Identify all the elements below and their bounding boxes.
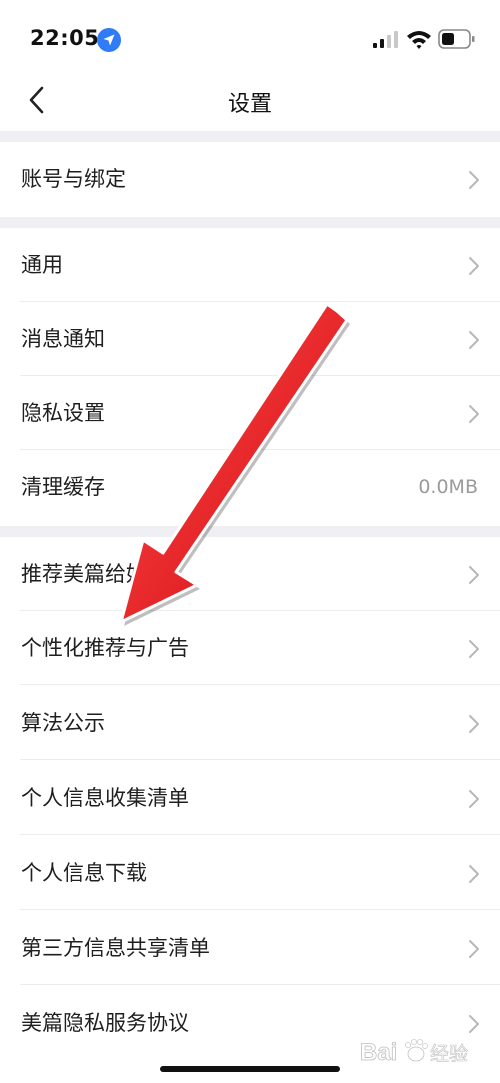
row-divider [20, 684, 500, 685]
status-time: 22:05 [30, 26, 100, 50]
row-label: 账号与绑定 [21, 167, 126, 191]
settings-row-info-download[interactable]: 个人信息下载 [0, 836, 500, 910]
location-arrow-icon [97, 28, 121, 52]
row-label: 个人信息收集清单 [21, 786, 189, 810]
row-label: 通用 [21, 253, 63, 277]
cache-size-value: 0.0MB [418, 476, 478, 498]
row-divider [20, 834, 500, 835]
chevron-right-icon [469, 331, 479, 349]
chevron-right-icon [469, 257, 479, 275]
settings-row-info-collection-list[interactable]: 个人信息收集清单 [0, 761, 500, 835]
settings-row-clear-cache[interactable]: 清理缓存 0.0MB [0, 450, 500, 524]
settings-row-third-party-sharing[interactable]: 第三方信息共享清单 [0, 911, 500, 985]
status-bar: 22:05 [0, 0, 500, 80]
settings-row-notifications[interactable]: 消息通知 [0, 302, 500, 376]
row-label: 隐私设置 [21, 401, 105, 425]
section-gap [0, 131, 500, 142]
section-gap [0, 217, 500, 228]
settings-row-privacy[interactable]: 隐私设置 [0, 376, 500, 450]
row-label: 第三方信息共享清单 [21, 936, 210, 960]
cellular-signal-icon [373, 31, 398, 48]
settings-row-account-binding[interactable]: 账号与绑定 [0, 142, 500, 216]
row-label: 推荐美篇给好友 [21, 562, 168, 586]
battery-icon [438, 29, 475, 49]
row-label: 算法公示 [21, 711, 105, 735]
row-divider [20, 909, 500, 910]
watermark-url: jingyan.baidu.com [398, 1068, 482, 1078]
chevron-right-icon [469, 640, 479, 658]
row-divider [20, 984, 500, 985]
row-label: 消息通知 [21, 327, 105, 351]
page-title: 设置 [227, 92, 272, 117]
chevron-right-icon [469, 405, 479, 423]
home-indicator[interactable] [160, 1066, 340, 1072]
settings-row-general[interactable]: 通用 [0, 228, 500, 302]
row-label: 个性化推荐与广告 [21, 636, 189, 660]
settings-row-algorithm-disclosure[interactable]: 算法公示 [0, 686, 500, 760]
chevron-right-icon [469, 790, 479, 808]
chevron-right-icon [469, 865, 479, 883]
nav-bar: 设置 [0, 70, 500, 132]
chevron-right-icon [469, 940, 479, 958]
svg-text:经验: 经验 [430, 1043, 468, 1065]
chevron-right-icon [469, 715, 479, 733]
row-divider [20, 759, 500, 760]
settings-row-recommend-to-friends[interactable]: 推荐美篇给好友 [0, 537, 500, 611]
row-label: 美篇隐私服务协议 [21, 1011, 189, 1035]
settings-row-personalized-ads[interactable]: 个性化推荐与广告 [0, 611, 500, 685]
chevron-right-icon [469, 171, 479, 189]
row-label: 清理缓存 [21, 475, 105, 499]
section-gap [0, 526, 500, 537]
chevron-right-icon [469, 566, 479, 584]
row-label: 个人信息下载 [21, 861, 147, 885]
wifi-icon [407, 31, 431, 49]
svg-text:Bai: Bai [360, 1039, 397, 1066]
